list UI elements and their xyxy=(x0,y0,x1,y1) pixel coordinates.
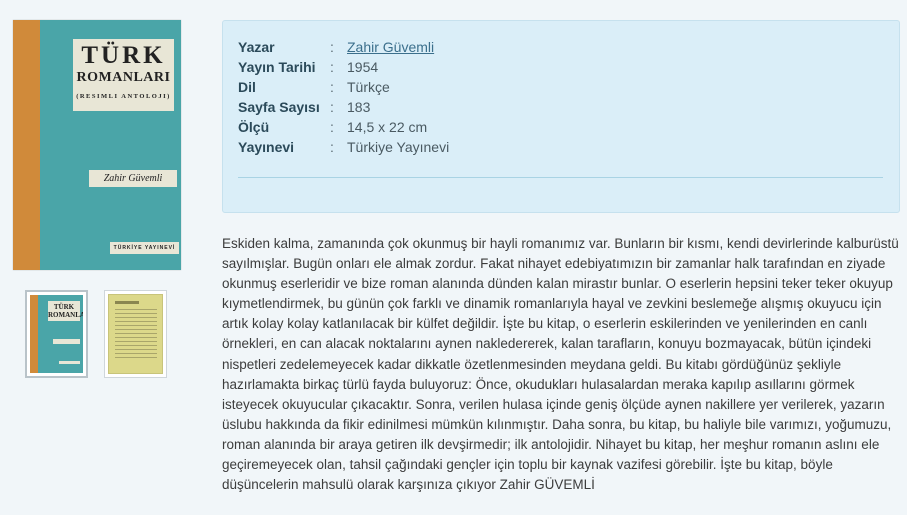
back-title-mark xyxy=(115,301,139,304)
mini-publisher-label xyxy=(59,361,80,364)
detail-value: 14,5 x 22 cm xyxy=(347,119,428,135)
thumbnail-front-cover[interactable]: TÜRK ROMANLARI xyxy=(25,290,88,378)
mini-spine xyxy=(30,295,38,373)
back-text-line xyxy=(115,321,157,322)
mini-author-label xyxy=(53,339,80,344)
detail-row-publish-date: Yayın Tarihi:1954 xyxy=(238,57,449,77)
cover-title-line1: TÜRK xyxy=(81,42,166,69)
detail-value: 183 xyxy=(347,99,371,115)
back-text-line xyxy=(115,313,157,314)
detail-value: Türkçe xyxy=(347,79,390,95)
cover-title-line2: ROMANLARI xyxy=(76,70,171,85)
detail-row-language: Dil: Türkçe xyxy=(238,77,449,97)
mini-title: TÜRK ROMANLARI xyxy=(48,301,83,321)
detail-label: Yazar xyxy=(238,39,275,55)
detail-value: 1954 xyxy=(347,59,379,75)
back-text-line xyxy=(115,329,157,330)
detail-row-author: Yazar: Zahir Güvemli xyxy=(238,37,449,57)
detail-separator: : xyxy=(330,39,334,55)
back-text-line xyxy=(115,333,157,334)
detail-row-size: Ölçü:14,5 x 22 cm xyxy=(238,117,449,137)
detail-label: Yayın Tarihi xyxy=(238,59,316,75)
detail-label: Ölçü xyxy=(238,119,270,135)
cover-author-label: Zahir Güvemli xyxy=(89,170,177,187)
thumbnail-back-image xyxy=(108,294,163,374)
detail-row-page-count: Sayfa Sayısı:183 xyxy=(238,97,449,117)
back-text-line xyxy=(115,353,157,354)
book-details-list: Yazar: Zahir Güvemli Yayın Tarihi:1954 Di… xyxy=(238,37,449,157)
back-text-line xyxy=(115,325,157,326)
detail-label: Sayfa Sayısı xyxy=(238,99,320,115)
author-link[interactable]: Zahir Güvemli xyxy=(347,39,434,55)
detail-separator: : xyxy=(330,79,334,95)
detail-separator: : xyxy=(330,139,334,155)
back-text-line xyxy=(115,309,157,310)
cover-publisher-label: TÜRKİYE YAYINEVİ xyxy=(110,242,179,254)
cover-title-label: TÜRK ROMANLARI (RESIMLI ANTOLOJI) xyxy=(73,39,174,111)
thumbnail-back-cover[interactable] xyxy=(104,290,167,378)
panel-divider xyxy=(238,177,883,178)
detail-value: Türkiye Yayınevi xyxy=(347,139,450,155)
back-text-line xyxy=(115,337,157,338)
back-text-line xyxy=(115,345,157,346)
back-text-line xyxy=(115,317,157,318)
cover-spine xyxy=(13,20,40,270)
detail-separator: : xyxy=(330,99,334,115)
detail-label: Yayınevi xyxy=(238,139,295,155)
book-description: Eskiden kalma, zamanında çok okunmuş bir… xyxy=(222,236,899,493)
book-cover-image[interactable]: TÜRK ROMANLARI (RESIMLI ANTOLOJI) Zahir … xyxy=(13,20,181,270)
detail-label: Dil xyxy=(238,79,256,95)
book-details-panel: Yazar: Zahir Güvemli Yayın Tarihi:1954 Di… xyxy=(222,20,900,213)
detail-row-publisher: Yayınevi: Türkiye Yayınevi xyxy=(238,137,449,157)
detail-separator: : xyxy=(330,59,334,75)
detail-separator: : xyxy=(330,119,334,135)
back-text-line xyxy=(115,341,157,342)
thumbnail-front-image: TÜRK ROMANLARI xyxy=(30,295,83,373)
cover-subtitle: (RESIMLI ANTOLOJI) xyxy=(76,93,171,100)
back-text-line xyxy=(115,357,157,358)
back-text-line xyxy=(115,349,157,350)
